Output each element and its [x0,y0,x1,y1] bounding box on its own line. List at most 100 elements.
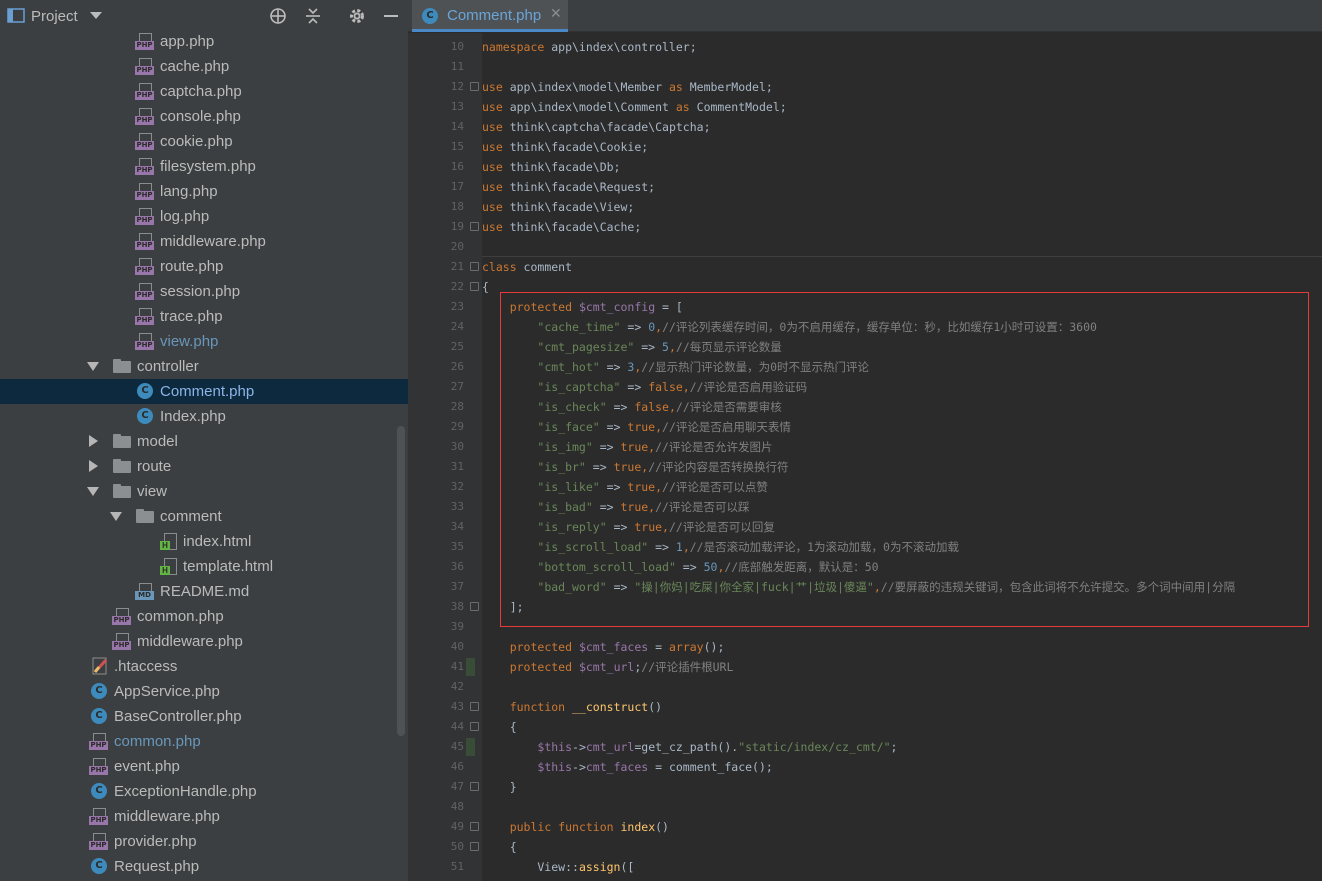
code-token: think\facade\Db; [502,160,621,174]
line-number-gutter: 10 11 12 13 14 15 16 17 18 19 20 21 22 23 24 25 26 27 28 29… [408,33,482,881]
code-token: cmt_faces [585,760,649,774]
expanded-arrow-icon[interactable] [110,510,122,522]
code-token: use [482,180,503,194]
fold-marker-icon[interactable] [470,262,479,271]
tree-file[interactable]: PHP middleware.php [0,629,408,654]
tree-file[interactable]: C Index.php [0,404,408,429]
fold-marker-icon[interactable] [470,782,479,791]
locate-icon[interactable] [268,6,288,26]
fold-marker-icon[interactable] [470,82,479,91]
project-tree-scrollbar[interactable] [397,426,405,736]
tree-file[interactable]: C BaseController.php [0,704,408,729]
tree-file[interactable]: Hindex.html [0,529,408,554]
tab-comment-php[interactable]: C Comment.php ✕ [412,0,568,32]
code-token: () [655,820,669,834]
tree-file[interactable]: PHP app.php [0,29,408,54]
chevron-down-icon[interactable] [89,12,102,20]
collapsed-arrow-icon[interactable] [87,435,99,447]
code-line: $this->cmt_url=get_cz_path()."static/ind… [482,737,897,757]
tree-file[interactable]: C Request.php [0,854,408,879]
minimize-icon[interactable] [381,6,401,26]
tree-item-label: log.php [160,208,210,225]
code-token: CommentModel; [689,100,787,114]
fold-marker-icon[interactable] [470,722,479,731]
folder-icon [113,459,131,473]
tree-file[interactable]: PHP lang.php [0,179,408,204]
php-class-icon: C [91,858,107,874]
tree-item-label: captcha.php [160,83,242,100]
tree-folder[interactable]: model [0,429,408,454]
tree-file[interactable]: PHP session.php [0,279,408,304]
code-line: { [482,717,517,737]
line-number: 17 [450,180,464,193]
fold-marker-icon[interactable] [470,822,479,831]
tree-file[interactable]: PHP cache.php [0,54,408,79]
code-token: think\facade\Cache; [502,220,642,234]
code-editor: C Comment.php ✕ 10 11 12 13 14 15 16 17 18 19 20 21… [408,0,1322,881]
tree-folder[interactable]: comment [0,504,408,529]
code-token: ; [890,740,898,754]
tree-folder[interactable]: controller [0,354,408,379]
markdown-file-icon: MD [135,582,154,601]
line-number: 42 [450,680,464,693]
line-number: 47 [450,780,464,793]
close-icon[interactable]: ✕ [550,6,562,22]
tree-file[interactable]: PHP common.php [0,729,408,754]
tree-file[interactable]: PHP event.php [0,754,408,779]
expanded-arrow-icon[interactable] [87,360,99,372]
tree-item-label: route.php [160,258,224,275]
fold-marker-icon[interactable] [470,842,479,851]
line-number: 46 [450,760,464,773]
line-number: 40 [450,640,464,653]
code-token: index [620,820,656,834]
tree-file[interactable]: PHP filesystem.php [0,154,408,179]
php-file-icon: PHP [135,82,154,101]
code-token: = [648,640,669,654]
code-token: $cmt_faces [578,640,649,654]
tree-folder[interactable]: view [0,479,408,504]
code-token: //评论插件根URL [641,660,734,674]
fold-marker-icon[interactable] [470,702,479,711]
tree-file[interactable]: PHP common.php [0,604,408,629]
collapsed-arrow-icon[interactable] [87,460,99,472]
tree-file[interactable]: PHP view.php [0,329,408,354]
gear-icon[interactable] [347,6,367,26]
tree-file[interactable]: PHP middleware.php [0,229,408,254]
tree-file[interactable]: .htaccess [0,654,408,679]
tree-file[interactable]: PHP cookie.php [0,129,408,154]
tree-item-label: view [137,483,168,500]
code-token: (); [703,640,725,654]
change-marker[interactable] [466,738,475,756]
code-token: use [482,160,503,174]
fold-marker-icon[interactable] [470,282,479,291]
expanded-arrow-icon[interactable] [87,485,99,497]
tree-item-label: controller [137,358,199,375]
tree-item-label: ExceptionHandle.php [114,783,257,800]
tree-file[interactable]: C Comment.php [0,379,408,404]
code-line: protected $cmt_url;//评论插件根URL [482,657,734,677]
code-token: app\index\model\Member [502,80,669,94]
tree-file[interactable]: PHP middleware.php [0,804,408,829]
code-token: as [675,100,690,114]
tree-file[interactable]: PHP log.php [0,204,408,229]
tree-folder[interactable]: route [0,454,408,479]
collapse-all-icon[interactable] [303,6,323,26]
tree-file[interactable]: MD README.md [0,579,408,604]
code-line: $this->cmt_faces = comment_face(); [482,757,772,777]
fold-marker-icon[interactable] [470,222,479,231]
tree-file[interactable]: C ExceptionHandle.php [0,779,408,804]
tree-file[interactable]: PHP route.php [0,254,408,279]
line-number: 51 [450,860,464,873]
tree-file[interactable]: Htemplate.html [0,554,408,579]
line-number: 28 [450,400,464,413]
code-token: $this [537,760,573,774]
fold-marker-icon[interactable] [470,602,479,611]
tree-file[interactable]: PHP captcha.php [0,79,408,104]
tree-file[interactable]: C AppService.php [0,679,408,704]
tree-file[interactable]: PHP trace.php [0,304,408,329]
tree-file[interactable]: PHP console.php [0,104,408,129]
tree-file[interactable]: PHP provider.php [0,829,408,854]
change-marker[interactable] [466,658,475,676]
